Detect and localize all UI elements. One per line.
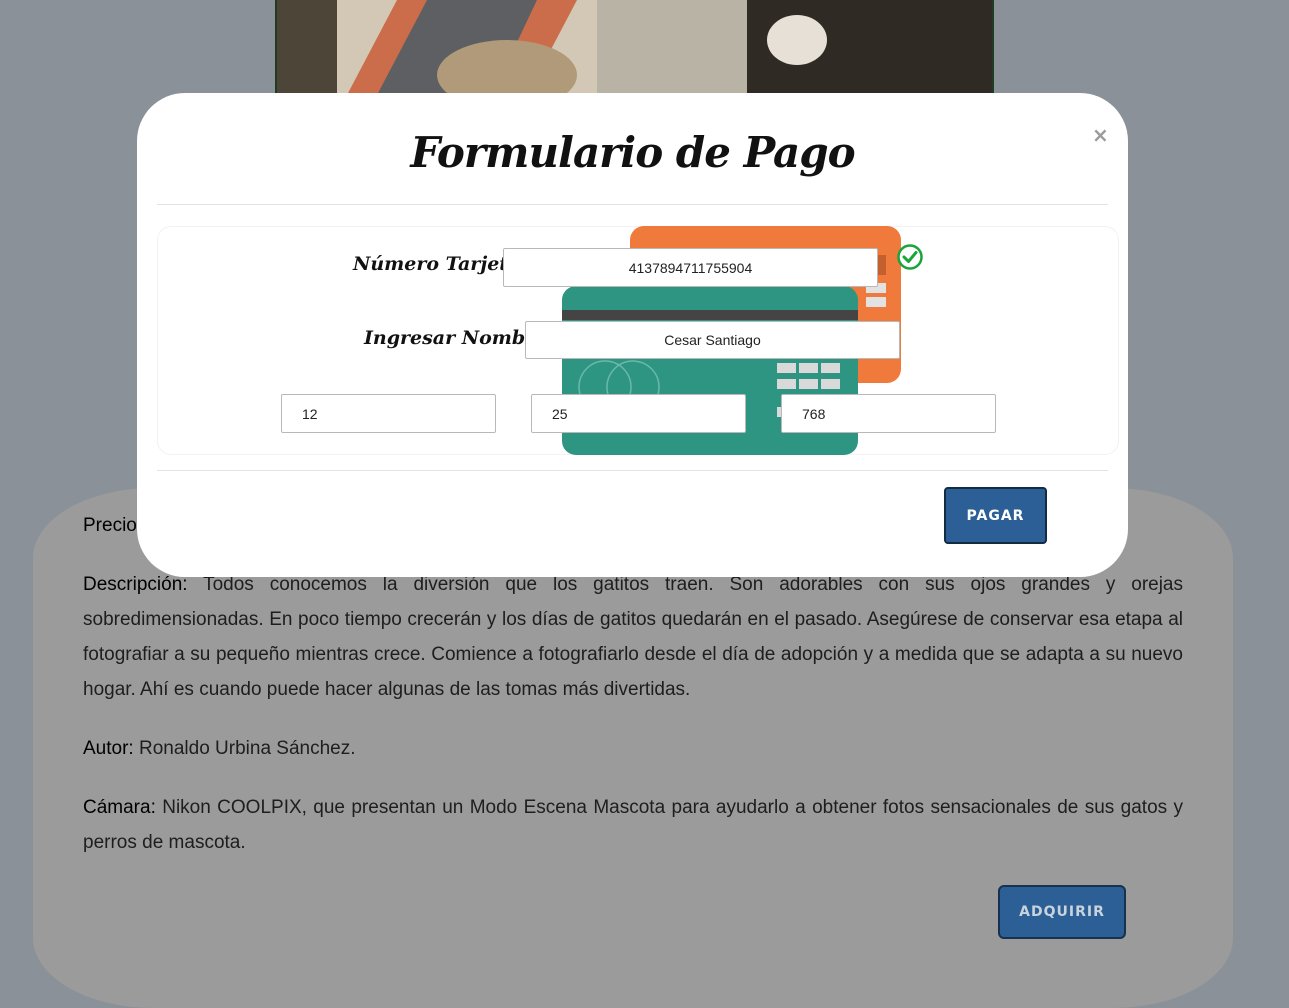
camera-value: Nikon COOLPIX, que presentan un Modo Esc… <box>83 797 1183 853</box>
check-circle-icon <box>897 244 923 270</box>
description-label: Descripción: <box>83 574 188 595</box>
expiry-year-input[interactable]: 25 <box>531 394 746 433</box>
description-text: Todos conocemos la diversión que los gat… <box>83 574 1183 700</box>
footer-divider <box>157 470 1108 471</box>
author-value: Ronaldo Urbina Sánchez. <box>138 738 356 759</box>
cvv-input[interactable]: 768 <box>781 394 996 433</box>
description-paragraph: Descripción: Todos conocemos la diversió… <box>83 567 1183 707</box>
expiry-month-input[interactable]: 12 <box>281 394 496 433</box>
name-input[interactable]: Cesar Santiago <box>525 321 900 359</box>
pay-button[interactable]: PAGAR <box>944 487 1047 544</box>
buy-button[interactable]: ADQUIRIR <box>998 885 1126 939</box>
card-number-label: Número Tarjeta: <box>353 253 528 275</box>
author-label: Autor: <box>83 738 134 759</box>
camera-label: Cámara: <box>83 797 156 818</box>
author-paragraph: Autor: Ronaldo Urbina Sánchez. <box>83 731 1183 766</box>
camera-paragraph: Cámara: Nikon COOLPIX, que presentan un … <box>83 790 1183 860</box>
payment-modal: Formulario de Pago × Número Tarjeta: 413… <box>137 93 1128 577</box>
kitten-photo <box>275 0 994 97</box>
kitten-photo-art <box>277 0 992 95</box>
card-number-input[interactable]: 4137894711755904 <box>503 248 878 287</box>
price-label: Precio <box>83 515 137 536</box>
